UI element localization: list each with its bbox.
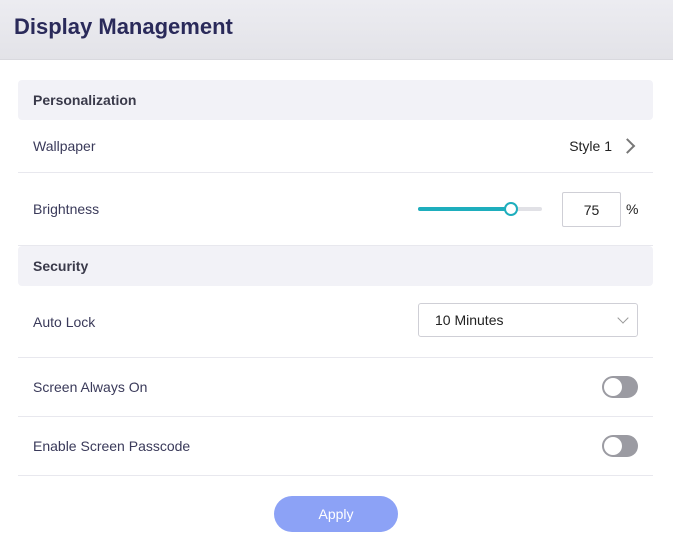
auto-lock-select[interactable]: 10 Minutes (418, 303, 638, 337)
wallpaper-value: Style 1 (569, 138, 612, 154)
screen-passcode-row: Enable Screen Passcode (18, 417, 653, 476)
screen-passcode-toggle[interactable] (602, 435, 638, 457)
page-header: Display Management (0, 0, 673, 60)
brightness-slider-fill (418, 207, 511, 211)
apply-button[interactable]: Apply (274, 496, 398, 532)
brightness-slider[interactable] (418, 202, 542, 216)
auto-lock-selected-value: 10 Minutes (435, 312, 504, 328)
screen-always-on-label: Screen Always On (33, 379, 148, 395)
chevron-right-icon[interactable] (619, 138, 636, 154)
toggle-knob (604, 378, 622, 396)
brightness-unit: % (626, 201, 639, 217)
brightness-input[interactable] (562, 192, 621, 227)
screen-passcode-label: Enable Screen Passcode (33, 438, 191, 454)
section-header-security: Security (18, 246, 653, 286)
screen-always-on-toggle[interactable] (602, 376, 638, 398)
toggle-knob (604, 437, 622, 455)
auto-lock-row: Auto Lock 10 Minutes (18, 286, 653, 358)
wallpaper-row[interactable]: Wallpaper Style 1 (18, 120, 653, 173)
wallpaper-label: Wallpaper (33, 138, 96, 154)
brightness-slider-thumb[interactable] (504, 202, 518, 216)
brightness-row: Brightness % (18, 173, 653, 246)
auto-lock-label: Auto Lock (33, 313, 96, 330)
page-title: Display Management (14, 14, 233, 39)
brightness-label: Brightness (33, 201, 100, 217)
section-title-personalization: Personalization (33, 92, 137, 108)
section-header-personalization: Personalization (18, 80, 653, 120)
screen-always-on-row: Screen Always On (18, 358, 653, 417)
section-title-security: Security (33, 258, 89, 274)
chevron-down-icon (617, 312, 629, 324)
